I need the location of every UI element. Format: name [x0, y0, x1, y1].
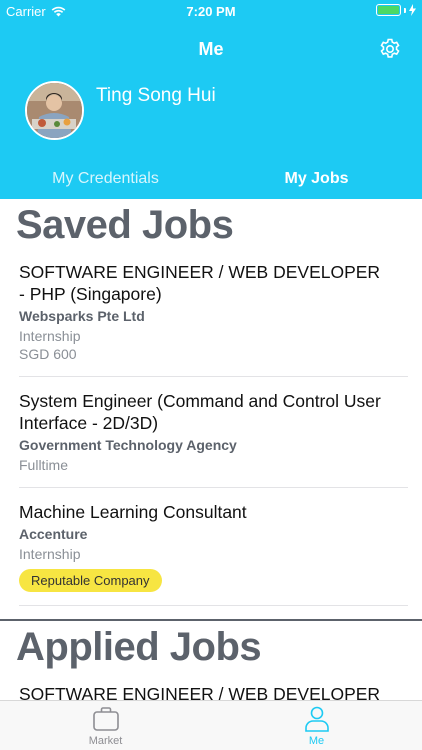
job-divider	[19, 605, 408, 606]
job-type: Internship	[19, 546, 81, 562]
job-divider	[19, 376, 408, 377]
tab-my-credentials[interactable]: My Credentials	[0, 170, 211, 188]
profile-header: Carrier 7:20 PM Me Ting Song Hui My Cred…	[0, 0, 422, 199]
job-salary: SGD 600	[19, 346, 77, 362]
gear-icon[interactable]	[378, 37, 402, 61]
job-title: SOFTWARE ENGINEER / WEB DEVELOPER -	[19, 684, 381, 700]
status-time: 7:20 PM	[186, 4, 236, 19]
job-company: Government Technology Agency	[19, 437, 237, 453]
segment-tabs: My Credentials My Jobs	[0, 162, 422, 199]
battery-indicator	[376, 4, 416, 16]
battery-icon	[376, 4, 401, 16]
job-company: Accenture	[19, 526, 88, 542]
saved-jobs-heading: Saved Jobs	[16, 203, 234, 247]
tab-market[interactable]: Market	[0, 705, 211, 747]
briefcase-icon	[92, 707, 119, 731]
status-bar: Carrier 7:20 PM	[0, 0, 422, 22]
jobs-scroll-view[interactable]: Saved Jobs SOFTWARE ENGINEER / WEB DEVEL…	[0, 199, 422, 700]
avatar-photo	[27, 83, 82, 138]
tab-my-jobs[interactable]: My Jobs	[211, 170, 422, 188]
applied-job-item[interactable]: SOFTWARE ENGINEER / WEB DEVELOPER -	[19, 683, 389, 700]
saved-job-item[interactable]: Machine Learning Consultant Accenture In…	[19, 501, 389, 592]
tab-me-label: Me	[308, 735, 325, 747]
section-divider	[0, 619, 422, 621]
tab-market-label: Market	[88, 735, 123, 747]
job-title: SOFTWARE ENGINEER / WEB DEVELOPER - PHP …	[19, 262, 381, 304]
page-title: Me	[198, 39, 224, 59]
person-icon	[304, 706, 329, 732]
saved-job-item[interactable]: System Engineer (Command and Control Use…	[19, 390, 389, 474]
avatar[interactable]	[25, 81, 84, 140]
profile-name: Ting Song Hui	[96, 85, 216, 106]
saved-job-item[interactable]: SOFTWARE ENGINEER / WEB DEVELOPER - PHP …	[19, 261, 389, 363]
job-type: Fulltime	[19, 457, 69, 473]
job-title: System Engineer (Command and Control Use…	[19, 391, 381, 433]
job-company: Websparks Pte Ltd	[19, 308, 145, 324]
tab-me[interactable]: Me	[211, 705, 422, 747]
job-title: Machine Learning Consultant	[19, 502, 247, 522]
applied-jobs-heading: Applied Jobs	[16, 625, 262, 669]
job-divider	[19, 487, 408, 488]
bottom-tab-bar: Market Me	[0, 700, 422, 750]
job-type: Internship	[19, 328, 81, 344]
charging-bolt-icon	[409, 4, 416, 16]
reputable-company-badge: Reputable Company	[19, 569, 162, 592]
